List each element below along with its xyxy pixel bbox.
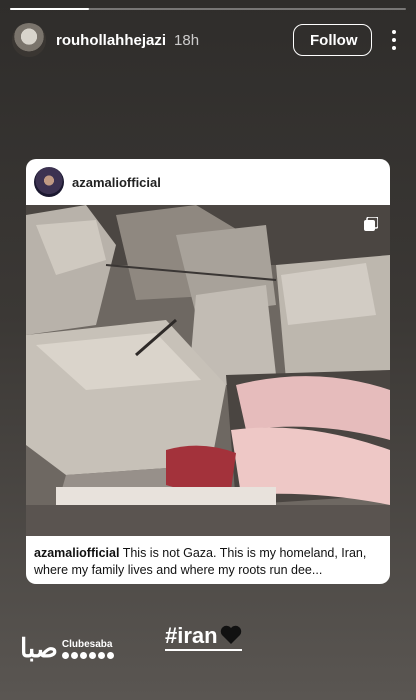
story-progress-fill <box>10 8 90 10</box>
brand-watermark: صبا Clubesaba <box>20 632 114 666</box>
hashtag-text: #iran <box>165 623 218 648</box>
post-username[interactable]: azamaliofficial <box>72 175 161 190</box>
follow-button[interactable]: Follow <box>293 24 372 56</box>
caption-username[interactable]: azamaliofficial <box>34 546 119 560</box>
shared-post-card[interactable]: azamaliofficial azamaliofficial This is … <box>26 159 390 584</box>
brand-name: Clubesaba <box>61 639 113 650</box>
post-header: azamaliofficial <box>26 159 390 205</box>
more-vertical-icon[interactable] <box>384 30 404 50</box>
post-image[interactable] <box>26 205 390 536</box>
avatar[interactable] <box>12 23 46 57</box>
hashtag-sticker[interactable]: #iran <box>165 624 242 651</box>
brand-dots <box>61 652 114 659</box>
post-caption: azamaliofficial This is not Gaza. This i… <box>34 545 382 579</box>
rubble-photo <box>26 205 390 536</box>
post-avatar[interactable] <box>34 167 64 197</box>
brand-logo: صبا <box>20 634 58 664</box>
story-username[interactable]: rouhollahhejazi <box>56 32 166 49</box>
story-time: 18h <box>174 31 200 49</box>
story-header: rouhollahhejazi 18h Follow <box>12 20 404 60</box>
black-heart-icon <box>220 625 241 644</box>
multiple-images-icon <box>364 217 378 231</box>
story-progress-bar <box>10 8 406 10</box>
